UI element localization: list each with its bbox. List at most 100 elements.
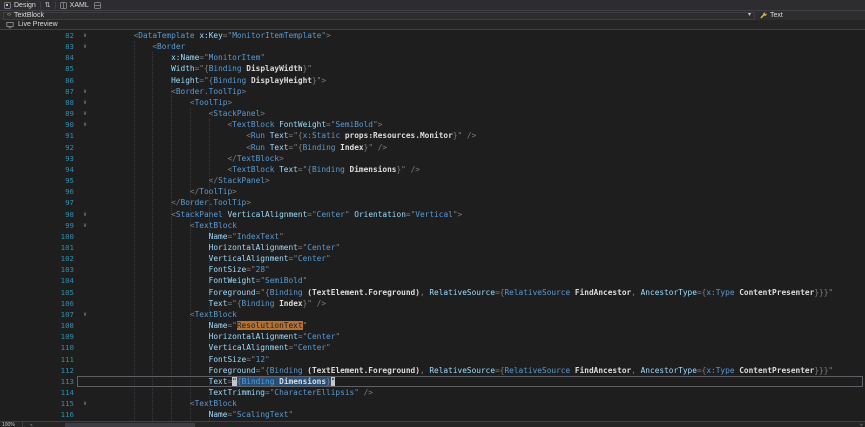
code-line[interactable]: 110 VerticalAlignment="Center" xyxy=(0,342,865,353)
code-line[interactable]: 87∨ <Border.ToolTip> xyxy=(0,86,865,97)
code-line[interactable]: 95 </StackPanel> xyxy=(0,175,865,186)
hscroll-left-arrow[interactable]: ◂ xyxy=(30,422,33,427)
fold-gutter xyxy=(74,52,96,63)
code-line[interactable]: 93 </TextBlock> xyxy=(0,153,865,164)
code-token: ="{ xyxy=(298,165,312,174)
code-line[interactable]: 83∨ <Border xyxy=(0,41,865,52)
code-token: </ xyxy=(209,176,218,185)
code-line[interactable]: 116 Name="ScalingText" xyxy=(0,409,865,420)
code-line[interactable]: 90∨ <TextBlock FontWeight="SemiBold"> xyxy=(0,119,865,130)
fold-collapse-icon[interactable]: ∨ xyxy=(74,108,96,119)
code-token: 12 xyxy=(256,355,265,364)
line-number: 89 xyxy=(0,108,74,119)
design-tab-label[interactable]: Design xyxy=(14,2,36,9)
code-token: ToolTip xyxy=(199,187,232,196)
code-line[interactable]: 86 Height="{Binding DisplayHeight}"> xyxy=(0,75,865,86)
code-line[interactable]: 100 Name="IndexText" xyxy=(0,231,865,242)
line-number: 95 xyxy=(0,175,74,186)
code-line[interactable]: 109 HorizontalAlignment="Center" xyxy=(0,331,865,342)
line-number: 99 xyxy=(0,220,74,231)
fold-collapse-icon[interactable]: ∨ xyxy=(74,220,96,231)
code-token: VerticalAlignment xyxy=(209,254,289,263)
code-line[interactable]: 104 FontWeight="SemiBold" xyxy=(0,275,865,286)
code-token: FindAncestor xyxy=(575,366,631,375)
property-label[interactable]: Text xyxy=(770,12,783,19)
code-token: ScalingText xyxy=(237,410,289,419)
line-number: 90 xyxy=(0,119,74,130)
code-line[interactable]: 102 VerticalAlignment="Center" xyxy=(0,253,865,264)
code-line[interactable]: 111 FontSize="12" xyxy=(0,354,865,365)
code-line[interactable]: 82∨ <DataTemplate x:Key="MonitorItemTemp… xyxy=(0,30,865,41)
fold-collapse-icon[interactable]: ∨ xyxy=(74,119,96,130)
code-token: Index xyxy=(279,299,302,308)
code-line[interactable]: 105 Foreground="{Binding (TextElement.Fo… xyxy=(0,287,865,298)
code-line[interactable]: 106 Text="{Binding Index}" /> xyxy=(0,298,865,309)
fold-gutter xyxy=(74,153,96,164)
chevron-down-icon[interactable]: ▾ xyxy=(748,12,751,19)
code-editor[interactable]: 82∨ <DataTemplate x:Key="MonitorItemTemp… xyxy=(0,30,865,421)
code-line[interactable]: 101 HorizontalAlignment="Center" xyxy=(0,242,865,253)
code-token: Binding xyxy=(270,366,308,375)
code-line[interactable]: 85 Width="{Binding DisplayWidth}" xyxy=(0,63,865,74)
fold-collapse-icon[interactable]: ∨ xyxy=(74,309,96,320)
code-line[interactable]: 97 </Border.ToolTip> xyxy=(0,197,865,208)
code-token: Center xyxy=(317,210,345,219)
code-line[interactable]: 103 FontSize="28" xyxy=(0,264,865,275)
horizontal-scrollbar[interactable] xyxy=(35,423,857,427)
code-line[interactable]: 107∨ <TextBlock xyxy=(0,309,865,320)
split-orientation-icon[interactable] xyxy=(94,2,101,9)
zoom-level[interactable]: 100% xyxy=(2,422,15,427)
fold-collapse-icon[interactable]: ∨ xyxy=(74,398,96,409)
code-token: StackPanel xyxy=(213,109,260,118)
code-token: " xyxy=(265,265,270,274)
code-token: =" xyxy=(307,210,316,219)
code-token: " xyxy=(303,321,308,330)
code-token: Border xyxy=(157,42,185,51)
fold-gutter xyxy=(74,298,96,309)
code-line[interactable]: 108 Name="ResolutionText" xyxy=(0,320,865,331)
code-line[interactable]: 88∨ <ToolTip> xyxy=(0,97,865,108)
code-line[interactable]: 114 TextTrimming="CharacterEllipsis" /> xyxy=(0,387,865,398)
fold-collapse-icon[interactable]: ∨ xyxy=(74,209,96,220)
line-number: 82 xyxy=(0,30,74,41)
code-token: =" xyxy=(246,355,255,364)
swap-panes-icon[interactable]: ⇅ xyxy=(45,1,51,10)
xaml-tab-label[interactable]: XAML xyxy=(70,2,89,9)
editor-status-strip: 100% ◂ ▸ xyxy=(0,421,865,427)
hscroll-right-arrow[interactable]: ▸ xyxy=(860,422,863,427)
code-token: MonitorItem xyxy=(209,53,261,62)
code-token: }"> xyxy=(312,76,326,85)
element-breadcrumb-combobox[interactable]: ‹› TextBlock ▾ xyxy=(3,12,755,20)
fold-collapse-icon[interactable]: ∨ xyxy=(74,86,96,97)
fold-collapse-icon[interactable]: ∨ xyxy=(74,41,96,52)
live-preview-label[interactable]: Live Preview xyxy=(18,21,58,28)
code-token: IndexText xyxy=(237,232,279,241)
code-token: =" xyxy=(199,53,208,62)
status-separator xyxy=(22,421,23,427)
code-line[interactable]: 89∨ <StackPanel> xyxy=(0,108,865,119)
code-token: =" xyxy=(227,410,236,419)
code-token: " xyxy=(260,53,265,62)
line-number: 108 xyxy=(0,320,74,331)
code-token: AncestorType xyxy=(641,366,697,375)
line-number: 93 xyxy=(0,153,74,164)
code-token: TextBlock xyxy=(237,154,279,163)
code-token: Name xyxy=(209,321,228,330)
code-line[interactable]: 91 <Run Text="{x:Static props:Resources.… xyxy=(0,130,865,141)
code-line[interactable]: 112 Foreground="{Binding (TextElement.Fo… xyxy=(0,365,865,376)
live-preview-icon xyxy=(6,21,14,29)
code-line[interactable]: 98∨ <StackPanel VerticalAlignment="Cente… xyxy=(0,209,865,220)
fold-collapse-icon[interactable]: ∨ xyxy=(74,97,96,108)
code-line[interactable]: 113 Text="{Binding Dimensions}" xyxy=(0,376,865,387)
code-token: Foreground xyxy=(209,288,256,297)
code-line[interactable]: 99∨ <TextBlock xyxy=(0,220,865,231)
code-line[interactable]: 84 x:Name="MonitorItem" xyxy=(0,52,865,63)
code-token: " xyxy=(279,232,284,241)
code-line[interactable]: 92 <Run Text="{Binding Index}" /> xyxy=(0,142,865,153)
code-line[interactable]: 96 </ToolTip> xyxy=(0,186,865,197)
fold-collapse-icon[interactable]: ∨ xyxy=(74,30,96,41)
code-token: ={ xyxy=(697,288,706,297)
code-line[interactable]: 115∨ <TextBlock xyxy=(0,398,865,409)
code-line[interactable]: 94 <TextBlock Text="{Binding Dimensions}… xyxy=(0,164,865,175)
scrollbar-thumb[interactable] xyxy=(65,423,195,427)
